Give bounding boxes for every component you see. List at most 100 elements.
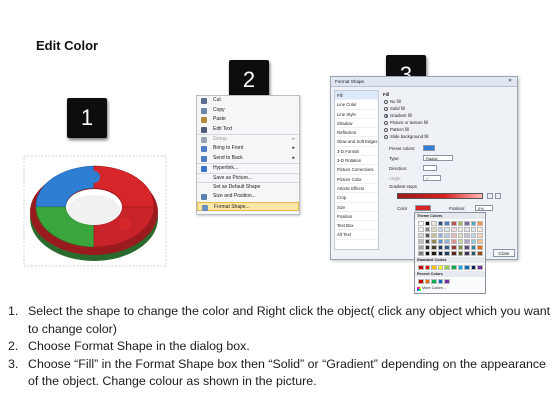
color-swatch[interactable]	[418, 238, 424, 244]
nav-item-glow[interactable]: Glow and Soft Edges	[335, 137, 378, 147]
color-swatch[interactable]	[477, 250, 483, 256]
gradient-stops-bar[interactable]	[397, 193, 483, 199]
color-swatch[interactable]	[470, 220, 477, 226]
color-swatch[interactable]	[444, 264, 450, 270]
color-swatch[interactable]	[457, 238, 464, 244]
radio-gradient-fill[interactable]: Gradient fill	[383, 112, 513, 119]
nav-item-crop[interactable]: Crop	[335, 193, 378, 203]
color-swatch[interactable]	[431, 264, 437, 270]
nav-item-text-box[interactable]: Text Box	[335, 221, 378, 231]
color-swatch[interactable]	[470, 244, 477, 250]
menu-item-cut[interactable]: Cut	[197, 96, 299, 106]
color-swatch[interactable]	[418, 220, 424, 226]
color-swatch[interactable]	[457, 244, 464, 250]
color-swatch[interactable]	[464, 226, 470, 232]
color-swatch[interactable]	[477, 220, 483, 226]
color-swatch[interactable]	[431, 244, 437, 250]
nav-item-alt-text[interactable]: Alt Text	[335, 230, 378, 240]
color-swatch[interactable]	[431, 250, 437, 256]
nav-item-3d-rotation[interactable]: 3-D Rotation	[335, 156, 378, 166]
color-swatch[interactable]	[450, 238, 457, 244]
nav-item-size[interactable]: Size	[335, 203, 378, 212]
color-swatch[interactable]	[477, 226, 483, 232]
nav-item-picture-color[interactable]: Picture Color	[335, 175, 378, 184]
radio-solid-fill[interactable]: Solid fill	[383, 105, 513, 112]
color-swatch[interactable]	[477, 238, 483, 244]
menu-item-paste[interactable]: Paste	[197, 115, 299, 125]
color-swatch[interactable]	[464, 250, 470, 256]
menu-item-bring-to-front[interactable]: Bring to Front ▸	[197, 144, 299, 154]
color-dropdown[interactable]	[415, 205, 431, 211]
color-swatch[interactable]	[450, 226, 457, 232]
color-swatch[interactable]	[424, 250, 431, 256]
color-swatch[interactable]	[450, 264, 457, 270]
color-swatch[interactable]	[457, 250, 464, 256]
color-swatch[interactable]	[477, 232, 483, 238]
nav-item-position[interactable]: Position	[335, 212, 378, 222]
color-swatch[interactable]	[477, 264, 483, 270]
color-swatch[interactable]	[418, 226, 424, 232]
menu-item-save-as-picture[interactable]: Save as Picture...	[197, 172, 299, 183]
color-swatch[interactable]	[470, 250, 477, 256]
color-swatch[interactable]	[464, 238, 470, 244]
color-swatch[interactable]	[424, 238, 431, 244]
color-swatch[interactable]	[437, 238, 444, 244]
menu-item-edit-text[interactable]: Edit Text	[197, 125, 299, 135]
color-swatch[interactable]	[431, 278, 437, 284]
color-swatch[interactable]	[444, 244, 450, 250]
add-stop-button[interactable]	[487, 193, 493, 199]
type-select[interactable]: Radial	[423, 155, 453, 161]
color-swatch[interactable]	[437, 278, 444, 284]
color-swatch[interactable]	[450, 232, 457, 238]
radio-picture-fill[interactable]: Picture or texture fill	[383, 119, 513, 126]
color-swatch[interactable]	[424, 278, 431, 284]
nav-item-reflection[interactable]: Reflection	[335, 128, 378, 138]
close-button[interactable]: Close	[493, 249, 515, 257]
color-swatch[interactable]	[431, 232, 437, 238]
position-input[interactable]: 0%	[475, 205, 493, 211]
menu-item-size-position[interactable]: Size and Position...	[197, 192, 299, 202]
nav-item-fill[interactable]: Fill	[335, 91, 378, 101]
color-swatch[interactable]	[450, 250, 457, 256]
color-swatch[interactable]	[437, 250, 444, 256]
color-swatch[interactable]	[470, 232, 477, 238]
color-swatch[interactable]	[464, 220, 470, 226]
nav-item-artistic-effects[interactable]: Artistic Effects	[335, 184, 378, 194]
color-swatch[interactable]	[470, 226, 477, 232]
color-swatch[interactable]	[444, 226, 450, 232]
color-swatch[interactable]	[424, 264, 431, 270]
nav-item-line-style[interactable]: Line Style	[335, 110, 378, 119]
color-swatch[interactable]	[464, 264, 470, 270]
color-swatch[interactable]	[450, 220, 457, 226]
menu-item-send-to-back[interactable]: Send to Back ▸	[197, 154, 299, 164]
color-swatch[interactable]	[444, 238, 450, 244]
color-swatch[interactable]	[457, 220, 464, 226]
color-swatch[interactable]	[457, 264, 464, 270]
color-swatch[interactable]	[470, 264, 477, 270]
color-swatch[interactable]	[418, 232, 424, 238]
color-swatch[interactable]	[457, 226, 464, 232]
color-swatch[interactable]	[418, 264, 424, 270]
radio-pattern-fill[interactable]: Pattern fill	[383, 126, 513, 133]
direction-dropdown[interactable]	[423, 165, 437, 171]
color-swatch[interactable]	[444, 278, 450, 284]
color-swatch[interactable]	[464, 244, 470, 250]
menu-item-hyperlink[interactable]: Hyperlink...	[197, 163, 299, 173]
color-swatch[interactable]	[418, 250, 424, 256]
menu-item-group[interactable]: Group ▸	[197, 134, 299, 144]
menu-item-format-shape[interactable]: Format Shape...	[197, 201, 299, 212]
nav-item-3d-format[interactable]: 3-D Format	[335, 147, 378, 157]
remove-stop-button[interactable]	[495, 193, 501, 199]
radio-no-fill[interactable]: No fill	[383, 98, 513, 105]
nav-item-line-color[interactable]: Line Color	[335, 100, 378, 110]
color-swatch[interactable]	[457, 232, 464, 238]
angle-input[interactable]: 0°	[423, 175, 441, 181]
color-swatch[interactable]	[431, 226, 437, 232]
radio-slide-background-fill[interactable]: Slide background fill	[383, 133, 513, 140]
color-swatch[interactable]	[444, 232, 450, 238]
color-swatch[interactable]	[464, 232, 470, 238]
nav-item-shadow[interactable]: Shadow	[335, 119, 378, 129]
close-icon[interactable]: ✕	[506, 78, 514, 85]
color-swatch[interactable]	[431, 238, 437, 244]
color-swatch[interactable]	[424, 232, 431, 238]
